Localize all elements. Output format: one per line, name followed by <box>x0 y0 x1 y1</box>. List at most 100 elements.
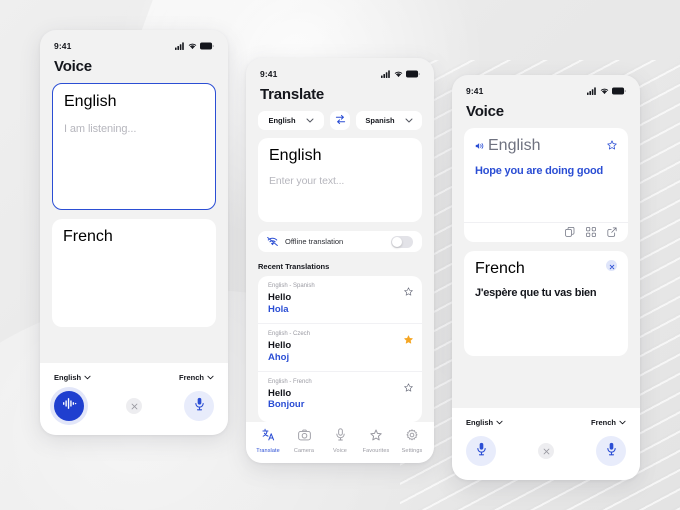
recent-translation-item[interactable]: English - Spanish Hello Hola <box>258 276 422 324</box>
tab-label: Voice <box>333 448 347 454</box>
translated-text: Bonjour <box>268 399 305 411</box>
share-icon[interactable] <box>607 224 617 242</box>
sound-wave-icon <box>62 397 77 415</box>
status-bar-time: 9:41 <box>260 69 278 79</box>
language-pair: English - French <box>268 378 312 385</box>
wifi-icon <box>394 70 403 78</box>
status-bar-icons <box>175 42 214 50</box>
clear-button[interactable] <box>538 443 554 459</box>
wifi-icon <box>600 87 609 95</box>
status-bar: 9:41 <box>452 81 640 101</box>
recent-translation-item[interactable]: English - French Hello Bonjour <box>258 372 422 419</box>
favourite-star-icon-filled[interactable] <box>404 331 413 349</box>
dismiss-translation-button[interactable] <box>606 260 617 271</box>
tab-translate[interactable]: Translate <box>250 428 286 454</box>
target-language-select[interactable]: Spanish <box>356 111 422 130</box>
phone-translate: 9:41 Translate English Spanish English E… <box>246 58 434 463</box>
result-card-header: English <box>475 137 617 155</box>
page-title: Voice <box>466 103 504 120</box>
tab-settings[interactable]: Settings <box>394 428 430 454</box>
translation-card-header: French <box>475 260 617 278</box>
close-icon <box>609 257 615 275</box>
translated-text: Hola <box>268 303 289 315</box>
source-text: Hello <box>268 387 292 399</box>
battery-icon <box>612 87 626 95</box>
copy-icon[interactable] <box>565 224 575 242</box>
offline-translation-row[interactable]: Offline translation <box>258 231 422 252</box>
wifi-off-icon <box>267 233 278 251</box>
source-input-card[interactable]: English I am listening... <box>52 83 216 210</box>
offline-translation-toggle[interactable] <box>391 235 413 248</box>
voice-result-body: English Hope you are doing good French J… <box>452 128 640 399</box>
target-mic-button[interactable] <box>596 436 626 466</box>
cellular-signal-icon <box>175 42 185 50</box>
tab-favourites[interactable]: Favourites <box>358 428 394 454</box>
tab-label: Camera <box>293 448 315 454</box>
text-input-card[interactable]: English Enter your text... <box>258 138 422 222</box>
source-language-selector[interactable]: English <box>54 373 91 382</box>
swap-icon <box>335 112 346 130</box>
target-language-selector[interactable]: French <box>179 373 214 382</box>
favourite-star-icon[interactable] <box>404 379 413 397</box>
star-icon <box>370 428 382 446</box>
input-lang-label: English <box>269 147 322 164</box>
language-pair: English - Czech <box>268 330 311 337</box>
target-output-card[interactable]: French <box>52 219 216 327</box>
clear-button[interactable] <box>126 398 142 414</box>
voice-listening-footer: English French <box>40 363 228 435</box>
sound-wave-button[interactable] <box>54 391 84 421</box>
language-row: English French <box>466 418 626 427</box>
result-lang-label: English <box>488 137 541 154</box>
target-language-selector[interactable]: French <box>591 418 626 427</box>
phone-voice-listening: 9:41 Voice English I am listening... Fre… <box>40 30 228 435</box>
chevron-down-icon <box>306 116 314 125</box>
phone-voice-result: 9:41 Voice English Hope you are doing go… <box>452 75 640 480</box>
voice-listening-body: English I am listening... French <box>40 83 228 354</box>
swap-languages-button[interactable] <box>330 111 350 130</box>
tab-camera[interactable]: Camera <box>286 428 322 454</box>
language-pair: English - Spanish <box>268 283 315 289</box>
result-card-actions <box>464 222 628 242</box>
offline-translation-label: Offline translation <box>285 237 344 246</box>
microphone-icon <box>476 442 487 461</box>
source-language-selector[interactable]: English <box>466 418 503 427</box>
text-input-placeholder: Enter your text... <box>269 175 345 187</box>
close-icon <box>543 442 550 460</box>
chevron-down-icon <box>84 373 91 382</box>
status-bar-time: 9:41 <box>54 41 72 51</box>
chevron-down-icon <box>619 418 626 427</box>
source-lang-label: English <box>64 93 117 110</box>
source-language-value: English <box>54 373 82 382</box>
microphone-icon <box>335 427 346 446</box>
target-mic-button[interactable] <box>184 391 214 421</box>
tab-label: Translate <box>256 448 280 454</box>
chevron-down-icon <box>496 418 503 427</box>
target-lang-label: French <box>63 228 113 245</box>
translate-body: English Spanish English Enter your text.… <box>246 111 434 422</box>
language-row: English French <box>54 373 214 382</box>
recent-translation-item[interactable]: English - Czech Hello Ahoj <box>258 324 422 372</box>
status-bar-time: 9:41 <box>466 86 484 96</box>
close-icon <box>131 397 138 415</box>
translation-lang-label: French <box>475 260 525 277</box>
wifi-icon <box>188 42 197 50</box>
microphone-icon <box>606 442 617 461</box>
listening-placeholder: I am listening... <box>64 123 137 135</box>
cellular-signal-icon <box>381 70 391 78</box>
favourite-star-icon[interactable] <box>607 137 617 155</box>
status-bar-icons <box>587 87 626 95</box>
bottom-tab-bar: Translate Camera Voice Favourites Settin… <box>246 421 434 463</box>
status-bar: 9:41 <box>246 64 434 84</box>
recognized-speech-card[interactable]: English Hope you are doing good <box>464 128 628 242</box>
source-mic-button[interactable] <box>466 436 496 466</box>
recent-translations-title: Recent Translations <box>258 262 330 271</box>
translation-result-card[interactable]: French J'espère que tu vas bien <box>464 251 628 356</box>
recent-translations-list: English - Spanish Hello Hola English - C… <box>258 276 422 422</box>
target-language-value: French <box>178 373 204 382</box>
qr-icon[interactable] <box>586 224 596 242</box>
tab-voice[interactable]: Voice <box>322 427 358 454</box>
favourite-star-icon[interactable] <box>404 283 413 301</box>
source-language-select[interactable]: English <box>258 111 324 130</box>
speaker-icon[interactable] <box>475 137 484 155</box>
translated-text: J'espère que tu vas bien <box>475 287 597 299</box>
